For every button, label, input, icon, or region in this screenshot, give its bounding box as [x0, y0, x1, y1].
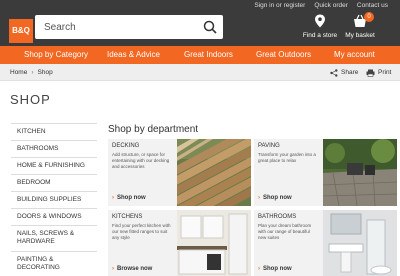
basket-button[interactable]: 0 My basket: [340, 12, 380, 39]
bathroom-image: [323, 210, 397, 276]
chevron-right-icon: ›: [258, 266, 260, 272]
sidebar-item-bathrooms[interactable]: BATHROOMS: [11, 140, 97, 157]
sidebar-item-home-furnishing[interactable]: HOME & FURNISHING: [11, 157, 97, 174]
chevron-right-icon: ›: [112, 195, 114, 201]
card-title: PAVING: [258, 143, 280, 149]
quick-order-link[interactable]: Quick order: [314, 2, 348, 9]
card-title: BATHROOMS: [258, 214, 297, 220]
breadcrumb-separator: ›: [31, 69, 34, 76]
card-description: Add structure, or space for entertaining…: [112, 152, 170, 169]
printer-icon: [366, 69, 375, 77]
basket-count-badge: 0: [364, 12, 374, 22]
print-button[interactable]: Print: [366, 64, 391, 81]
department-card-kitchens[interactable]: KITCHENS Find your perfect kitchen with …: [108, 210, 251, 276]
bq-logo[interactable]: B&Q: [9, 19, 33, 43]
category-sidebar: KITCHEN BATHROOMS HOME & FURNISHING BEDR…: [11, 123, 97, 276]
kitchen-image: [177, 210, 251, 276]
breadcrumb-home[interactable]: Home: [10, 69, 27, 76]
chevron-right-icon: ›: [258, 195, 260, 201]
card-link[interactable]: › Shop now: [258, 195, 292, 201]
top-links: Sign in or register Quick order Contact …: [254, 2, 388, 9]
nav-ideas-advice[interactable]: Ideas & Advice: [107, 46, 160, 64]
sidebar-item-building-supplies[interactable]: BUILDING SUPPLIES: [11, 191, 97, 208]
nav-great-indoors[interactable]: Great Indoors: [184, 46, 233, 64]
card-text: KITCHENS Find your perfect kitchen with …: [108, 210, 177, 276]
sidebar-item-painting[interactable]: PAINTING & DECORATING: [11, 251, 97, 276]
nav-great-outdoors[interactable]: Great Outdoors: [256, 46, 311, 64]
sidebar-item-bedroom[interactable]: BEDROOM: [11, 174, 97, 191]
share-label: Share: [341, 69, 359, 76]
card-description: Find your perfect kitchen with our new f…: [112, 223, 171, 240]
nav-shop-by-category[interactable]: Shop by Category: [24, 46, 88, 64]
decking-image: [177, 139, 251, 206]
find-store-label: Find a store: [302, 32, 338, 39]
shop-by-department-heading: Shop by department: [108, 124, 199, 135]
breadcrumb-bar: Home › Shop Share Print: [0, 64, 400, 81]
page-title: SHOP: [10, 92, 51, 107]
sidebar-item-doors-windows[interactable]: DOORS & WINDOWS: [11, 208, 97, 225]
sidebar-item-nails-screws[interactable]: NAILS, SCREWS & HARDWARE: [11, 225, 97, 251]
share-button[interactable]: Share: [330, 64, 358, 81]
card-link-label: Shop now: [263, 195, 292, 201]
department-card-decking[interactable]: DECKING Add structure, or space for ente…: [108, 139, 251, 206]
card-link-label: Browse now: [117, 266, 153, 272]
search-icon[interactable]: [201, 18, 219, 36]
card-description: Transform your garden into a great place…: [258, 152, 316, 163]
card-description: Plan your dream bathroom with our range …: [258, 223, 312, 240]
card-text: PAVING Transform your garden into a grea…: [254, 139, 323, 206]
card-link[interactable]: › Browse now: [112, 266, 152, 272]
main-nav: Shop by Category Ideas & Advice Great In…: [0, 46, 400, 64]
search-input[interactable]: [35, 15, 195, 39]
department-card-bathrooms[interactable]: BATHROOMS Plan your dream bathroom with …: [254, 210, 397, 276]
card-link[interactable]: › Shop now: [112, 195, 146, 201]
print-label: Print: [378, 69, 392, 76]
paving-image: [323, 139, 397, 206]
site-header: B&Q Sign in or register Quick order Cont…: [0, 0, 400, 46]
nav-my-account[interactable]: My account: [334, 46, 375, 64]
card-title: KITCHENS: [112, 214, 143, 220]
location-pin-icon: [315, 14, 325, 28]
card-link-label: Shop now: [117, 195, 146, 201]
card-text: DECKING Add structure, or space for ente…: [108, 139, 177, 206]
search-box: [35, 15, 223, 39]
card-text: BATHROOMS Plan your dream bathroom with …: [254, 210, 323, 276]
card-title: DECKING: [112, 143, 140, 149]
card-link[interactable]: › Shop now: [258, 266, 292, 272]
contact-us-link[interactable]: Contact us: [357, 2, 388, 9]
breadcrumb: Home › Shop: [10, 64, 53, 81]
chevron-right-icon: ›: [112, 266, 114, 272]
sign-in-link[interactable]: Sign in or register: [254, 2, 305, 9]
basket-label: My basket: [345, 32, 375, 39]
sidebar-item-kitchen[interactable]: KITCHEN: [11, 123, 97, 140]
find-store-button[interactable]: Find a store: [300, 14, 340, 39]
breadcrumb-shop: Shop: [37, 69, 53, 76]
share-icon: [330, 68, 338, 77]
card-link-label: Shop now: [263, 266, 292, 272]
department-card-paving[interactable]: PAVING Transform your garden into a grea…: [254, 139, 397, 206]
